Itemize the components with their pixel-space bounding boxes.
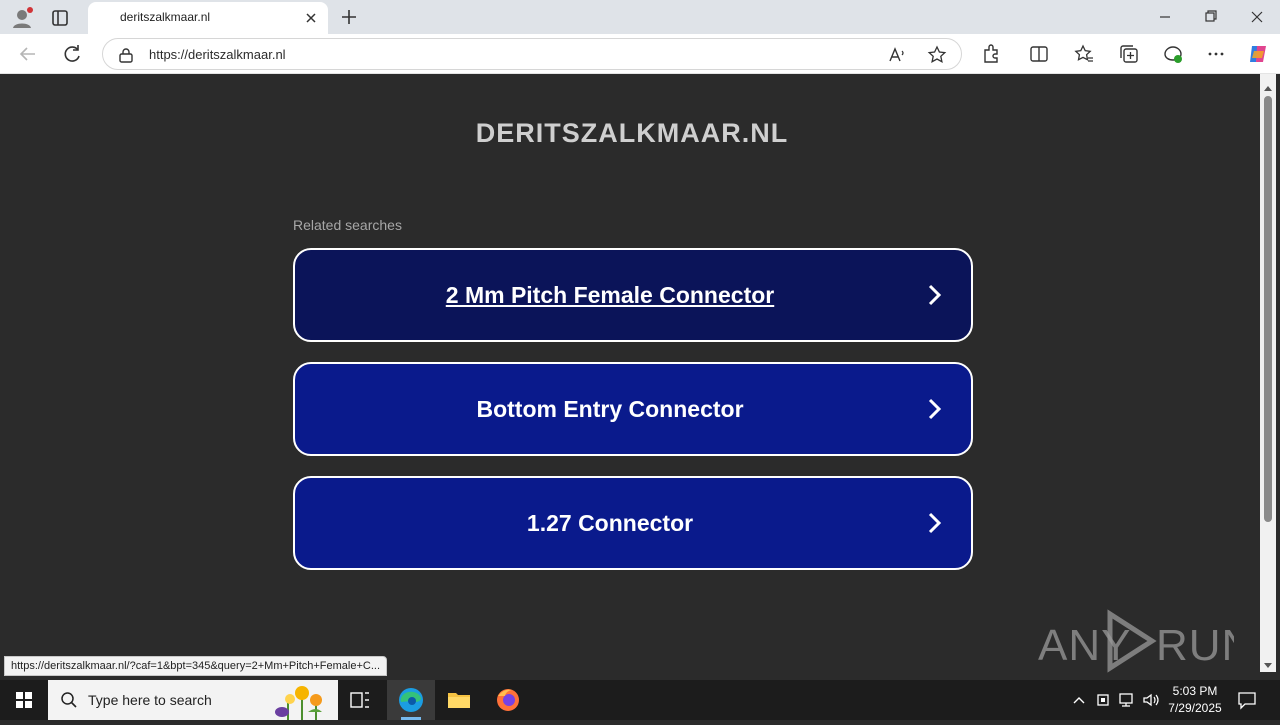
more-menu-icon[interactable] [1204, 42, 1228, 66]
browser-toolbar: https://deritszalkmaar.nl [0, 34, 1280, 74]
clock-date: 7/29/2025 [1168, 701, 1222, 715]
site-title: DERITSZALKMAAR.NL [475, 118, 789, 148]
lock-icon[interactable] [117, 46, 135, 64]
edge-taskbar-icon[interactable] [387, 680, 435, 720]
chevron-right-icon [925, 397, 945, 421]
search-icon [60, 691, 78, 709]
extensions-icon[interactable] [979, 42, 1003, 66]
task-view-icon[interactable] [336, 680, 384, 720]
tab-actions-icon[interactable] [48, 6, 72, 30]
start-button[interactable] [0, 680, 48, 720]
favorite-star-icon[interactable] [927, 45, 947, 65]
search-placeholder: Type here to search [88, 692, 212, 708]
flowers-illustration-icon [266, 682, 336, 720]
tab-title: deritszalkmaar.nl [120, 10, 211, 24]
refresh-icon[interactable] [60, 42, 84, 66]
back-icon[interactable] [16, 42, 40, 66]
url-text[interactable]: https://deritszalkmaar.nl [149, 47, 286, 62]
address-bar[interactable]: https://deritszalkmaar.nl [102, 38, 962, 70]
scroll-up-arrow-icon[interactable] [1262, 80, 1274, 91]
copilot-icon[interactable] [1246, 42, 1270, 66]
split-screen-icon[interactable] [1027, 42, 1051, 66]
collections-icon[interactable] [1117, 42, 1141, 66]
anyrun-watermark-logo: ANY RUN [1038, 608, 1253, 674]
related-search-label: 2 Mm Pitch Female Connector [445, 282, 775, 308]
page-favicon-icon [96, 10, 112, 26]
related-search-label: Bottom Entry Connector [476, 396, 744, 422]
close-window-button[interactable] [1234, 0, 1280, 34]
related-search-label: 1.27 Connector [526, 510, 694, 536]
volume-icon[interactable] [1141, 690, 1161, 710]
related-search-link-1[interactable]: 2 Mm Pitch Female Connector [293, 248, 973, 342]
new-tab-button[interactable] [338, 6, 360, 28]
active-tab[interactable]: deritszalkmaar.nl [88, 2, 328, 34]
browser-essentials-icon[interactable] [1161, 42, 1185, 66]
file-explorer-icon[interactable] [435, 680, 483, 720]
page-viewport: DERITSZALKMAAR.NL Related searches 2 Mm … [4, 74, 1260, 678]
minimize-button[interactable] [1142, 0, 1188, 34]
notification-icon[interactable] [1236, 690, 1258, 710]
tab-strip: deritszalkmaar.nl [0, 0, 1280, 34]
security-tray-icon[interactable] [1093, 690, 1113, 710]
profile-icon[interactable] [10, 6, 34, 30]
favorites-icon[interactable] [1072, 42, 1096, 66]
related-search-link-3[interactable]: 1.27 Connector [293, 476, 973, 570]
taskbar-clock[interactable]: 5:03 PM 7/29/2025 [1160, 683, 1230, 717]
show-hidden-icons-icon[interactable] [1069, 690, 1089, 710]
scrollbar-thumb[interactable] [1264, 96, 1272, 522]
chevron-right-icon [925, 511, 945, 535]
svg-text:RUN: RUN [1156, 621, 1234, 670]
network-icon[interactable] [1117, 690, 1137, 710]
scroll-down-arrow-icon[interactable] [1262, 658, 1274, 668]
chevron-right-icon [925, 283, 945, 307]
read-aloud-icon[interactable] [887, 45, 907, 65]
taskbar-search-box[interactable]: Type here to search [48, 680, 338, 720]
windows-taskbar: Type here to search 5:03 PM 7/29/2025 [0, 680, 1280, 720]
related-searches-label: Related searches [293, 217, 402, 233]
status-bar-url: https://deritszalkmaar.nl/?caf=1&bpt=345… [4, 656, 388, 676]
firefox-icon[interactable] [484, 680, 532, 720]
related-search-link-2[interactable]: Bottom Entry Connector [293, 362, 973, 456]
restore-button[interactable] [1188, 0, 1234, 34]
close-tab-icon[interactable] [302, 9, 320, 27]
clock-time: 5:03 PM [1172, 684, 1218, 698]
